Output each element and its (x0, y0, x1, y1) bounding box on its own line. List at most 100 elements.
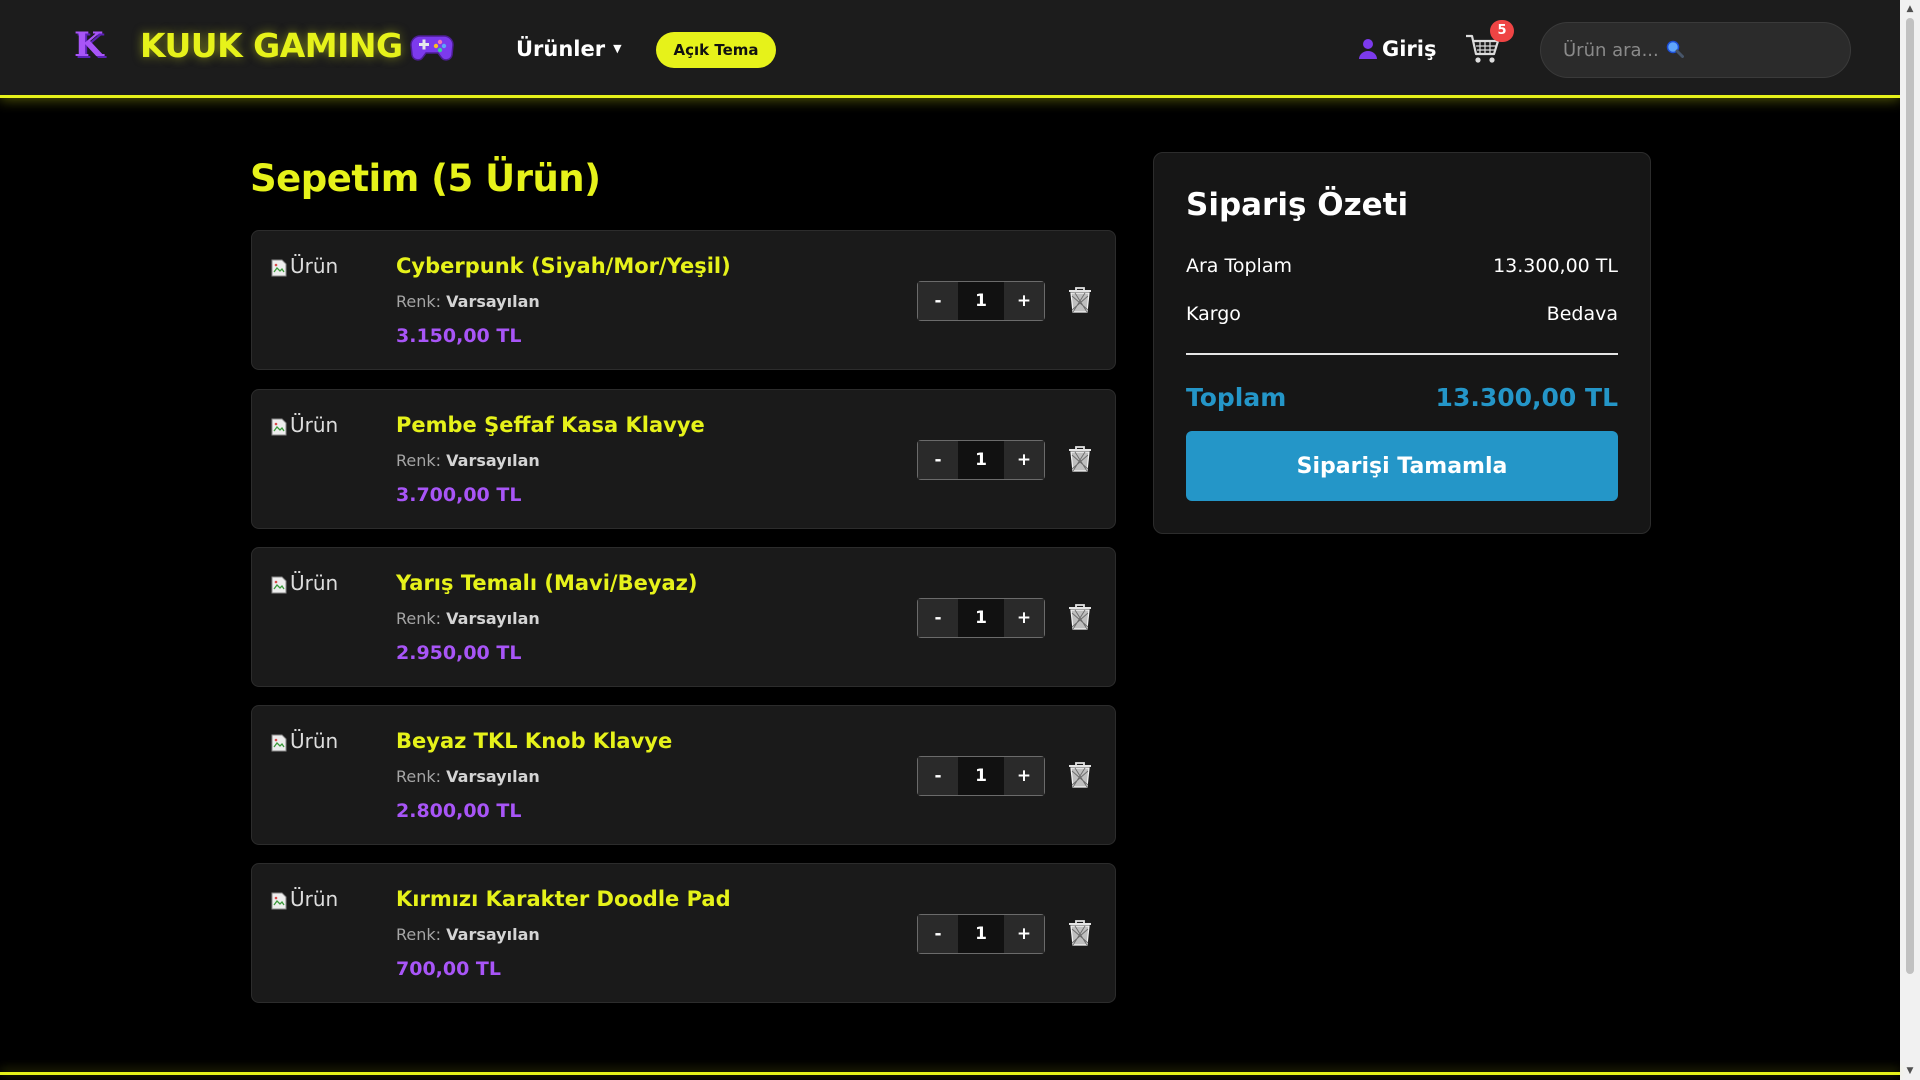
trash-icon[interactable] (1066, 760, 1094, 790)
color-label: Renk: (396, 451, 442, 470)
login-label: Giriş (1382, 37, 1437, 61)
broken-image-icon (270, 889, 288, 910)
decrease-quantity-button[interactable]: - (918, 599, 958, 637)
nav-products[interactable]: Ürünler ▼ (516, 34, 622, 64)
product-image-alt: Ürün (290, 887, 339, 911)
logo-icon[interactable]: K (74, 26, 104, 64)
subtotal-label: Ara Toplam (1186, 255, 1292, 277)
product-image[interactable]: Ürün (270, 251, 338, 281)
decrease-quantity-button[interactable]: - (918, 757, 958, 795)
color-value: Varsayılan (446, 925, 540, 944)
product-name[interactable]: Beyaz TKL Knob Klavye (396, 726, 672, 756)
cart-item: Ürün Cyberpunk (Siyah/Mor/Yeşil) Renk: Var… (251, 230, 1116, 370)
total-row: Toplam 13.300,00 TL (1186, 377, 1618, 417)
trash-icon[interactable] (1066, 444, 1094, 474)
order-summary: Sipariş Özeti Ara Toplam 13.300,00 TL Ka… (1153, 152, 1651, 534)
product-image[interactable]: Ürün (270, 884, 338, 914)
product-image-alt: Ürün (290, 571, 339, 595)
scroll-down-icon[interactable]: ▼ (1905, 1066, 1915, 1076)
product-color: Renk: Varsayılan (396, 766, 540, 788)
product-image-alt: Ürün (290, 254, 339, 278)
trash-icon[interactable] (1066, 918, 1094, 948)
cart-count-badge: 5 (1490, 20, 1514, 42)
product-image-alt: Ürün (290, 729, 339, 753)
decrease-quantity-button[interactable]: - (918, 441, 958, 479)
product-price: 2.950,00 TL (396, 642, 522, 664)
total-value: 13.300,00 TL (1435, 382, 1618, 412)
color-value: Varsayılan (446, 609, 540, 628)
product-color: Renk: Varsayılan (396, 450, 540, 472)
scrollbar-thumb[interactable] (1906, 18, 1914, 974)
checkout-button[interactable]: Siparişi Tamamla (1186, 431, 1618, 501)
product-image[interactable]: Ürün (270, 726, 338, 756)
summary-title: Sipariş Özeti (1186, 187, 1409, 223)
cart-item: Ürün Kırmızı Karakter Doodle Pad Renk: Var… (251, 863, 1116, 1003)
cart-item: Ürün Beyaz TKL Knob Klavye Renk: Varsayıla… (251, 705, 1116, 845)
light-theme-button[interactable]: Açık Tema (656, 32, 776, 68)
search-input[interactable] (1540, 22, 1851, 78)
gamepad-icon (410, 35, 454, 61)
quantity-value: 1 (975, 450, 987, 470)
color-value: Varsayılan (446, 292, 540, 311)
color-label: Renk: (396, 925, 442, 944)
quantity-stepper: -1 + (917, 914, 1045, 954)
product-color: Renk: Varsayılan (396, 924, 540, 946)
product-price: 700,00 TL (396, 958, 502, 980)
quantity-stepper: -1 + (917, 756, 1045, 796)
product-name[interactable]: Yarış Temalı (Mavi/Beyaz) (396, 568, 698, 598)
cart-item: Ürün Yarış Temalı (Mavi/Beyaz) Renk: Varsa… (251, 547, 1116, 687)
increase-quantity-button[interactable]: + (1004, 757, 1044, 795)
trash-icon[interactable] (1066, 285, 1094, 315)
broken-image-icon (270, 573, 288, 594)
broken-image-icon (270, 731, 288, 752)
decrease-quantity-button[interactable]: - (918, 915, 958, 953)
color-value: Varsayılan (446, 451, 540, 470)
product-image[interactable]: Ürün (270, 410, 338, 440)
product-price: 3.700,00 TL (396, 484, 522, 506)
user-icon (1359, 39, 1377, 59)
product-name[interactable]: Kırmızı Karakter Doodle Pad (396, 884, 731, 914)
quantity-stepper: -1 + (917, 281, 1045, 321)
product-name[interactable]: Pembe Şeffaf Kasa Klavye (396, 410, 705, 440)
site-header: K KUUK GAMING Ürünler ▼ Açık Tema Giriş … (0, 0, 1900, 98)
summary-divider (1186, 353, 1618, 355)
increase-quantity-button[interactable]: + (1004, 915, 1044, 953)
product-price: 3.150,00 TL (396, 325, 522, 347)
quantity-stepper: -1 + (917, 598, 1045, 638)
login-link[interactable]: Giriş (1358, 34, 1437, 64)
decrease-quantity-button[interactable]: - (918, 282, 958, 320)
product-image-alt: Ürün (290, 413, 339, 437)
total-label: Toplam (1186, 382, 1287, 412)
subtotal-row: Ara Toplam 13.300,00 TL (1186, 251, 1618, 281)
color-label: Renk: (396, 609, 442, 628)
brand-name[interactable]: KUUK GAMING (140, 24, 403, 68)
increase-quantity-button[interactable]: + (1004, 441, 1044, 479)
product-name[interactable]: Cyberpunk (Siyah/Mor/Yeşil) (396, 251, 731, 281)
quantity-value: 1 (975, 766, 987, 786)
shipping-label: Kargo (1186, 303, 1241, 325)
color-label: Renk: (396, 292, 442, 311)
product-price: 2.800,00 TL (396, 800, 522, 822)
cart-title: Sepetim (5 Ürün) (250, 157, 601, 200)
trash-icon[interactable] (1066, 602, 1094, 632)
quantity-stepper: -1 + (917, 440, 1045, 480)
shipping-value: Bedava (1546, 303, 1618, 325)
search-icon (1666, 40, 1684, 58)
quantity-value: 1 (975, 608, 987, 628)
quantity-value: 1 (975, 924, 987, 944)
product-color: Renk: Varsayılan (396, 291, 540, 313)
cart-item: Ürün Pembe Şeffaf Kasa Klavye Renk: Varsay… (251, 389, 1116, 529)
color-value: Varsayılan (446, 767, 540, 786)
scroll-up-icon[interactable]: ▲ (1905, 4, 1915, 14)
shipping-row: Kargo Bedava (1186, 299, 1618, 329)
broken-image-icon (270, 256, 288, 277)
increase-quantity-button[interactable]: + (1004, 599, 1044, 637)
color-label: Renk: (396, 767, 442, 786)
footer-accent-line (0, 1072, 1900, 1075)
product-image[interactable]: Ürün (270, 568, 338, 598)
product-color: Renk: Varsayılan (396, 608, 540, 630)
caret-down-icon: ▼ (613, 42, 622, 55)
increase-quantity-button[interactable]: + (1004, 282, 1044, 320)
broken-image-icon (270, 415, 288, 436)
quantity-value: 1 (975, 291, 987, 311)
